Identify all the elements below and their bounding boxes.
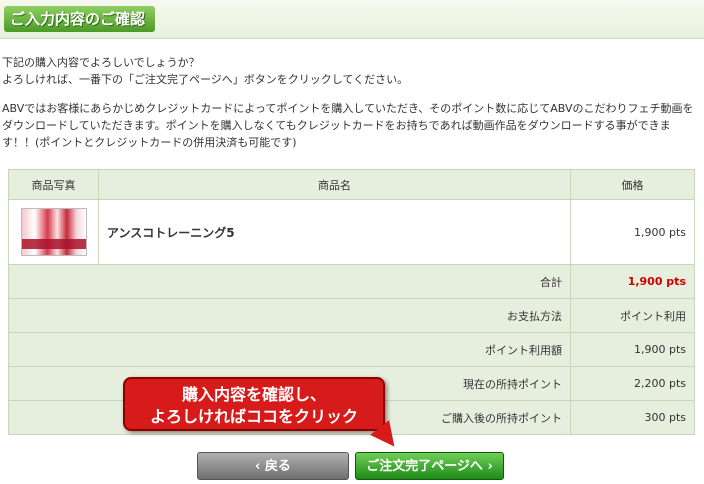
product-price: 1,900 pts (570, 199, 695, 265)
description-text: ABVではお客様にあらかじめクレジットカードによってポイントを購入していただき、… (2, 102, 694, 149)
summary-label: ポイント利用額 (8, 332, 571, 367)
summary-row-payment: お支払方法 ポイント利用 (8, 298, 695, 333)
header-price: 価格 (570, 169, 695, 200)
product-photo-cell (8, 199, 99, 265)
callout-line-1: 購入内容を確認し、 (181, 385, 326, 404)
instruction-callout: 購入内容を確認し、 よろしければココをクリック (123, 377, 404, 454)
summary-row-points-used: ポイント利用額 1,900 pts (8, 332, 695, 367)
back-button[interactable]: ‹ 戻る (197, 452, 349, 480)
intro-line-1: 下記の購入内容でよろしいでしょうか？ (2, 56, 200, 69)
header-name: 商品名 (98, 169, 571, 200)
page-header: ご入力内容のご確認 (0, 0, 704, 39)
table-header-row: 商品写真 商品名 価格 (8, 169, 695, 200)
summary-label: お支払方法 (8, 298, 571, 333)
intro-text: 下記の購入内容でよろしいでしょうか？ よろしければ、一番下の「ご注文完了ページへ… (2, 54, 702, 88)
product-thumbnail[interactable] (20, 208, 87, 256)
complete-order-button[interactable]: ご注文完了ページへ › (355, 452, 504, 480)
summary-value: 1,900 pts (570, 332, 695, 367)
intro-line-2: よろしければ、一番下の「ご注文完了ページへ」ボタンをクリックしてください。 (2, 73, 409, 86)
summary-value: ポイント利用 (570, 298, 695, 333)
summary-value: 1,900 pts (570, 264, 695, 299)
summary-value: 2,200 pts (570, 366, 695, 401)
table-row: アンスコトレーニング5 1,900 pts (8, 199, 695, 265)
callout-line-2: よろしければココをクリック (149, 407, 358, 426)
page-title: ご入力内容のご確認 (4, 6, 156, 32)
summary-value: 300 pts (570, 400, 695, 435)
summary-label: 合計 (8, 264, 571, 299)
summary-row-total: 合計 1,900 pts (8, 264, 695, 299)
product-name: アンスコトレーニング5 (98, 199, 571, 265)
header-photo: 商品写真 (8, 169, 99, 200)
